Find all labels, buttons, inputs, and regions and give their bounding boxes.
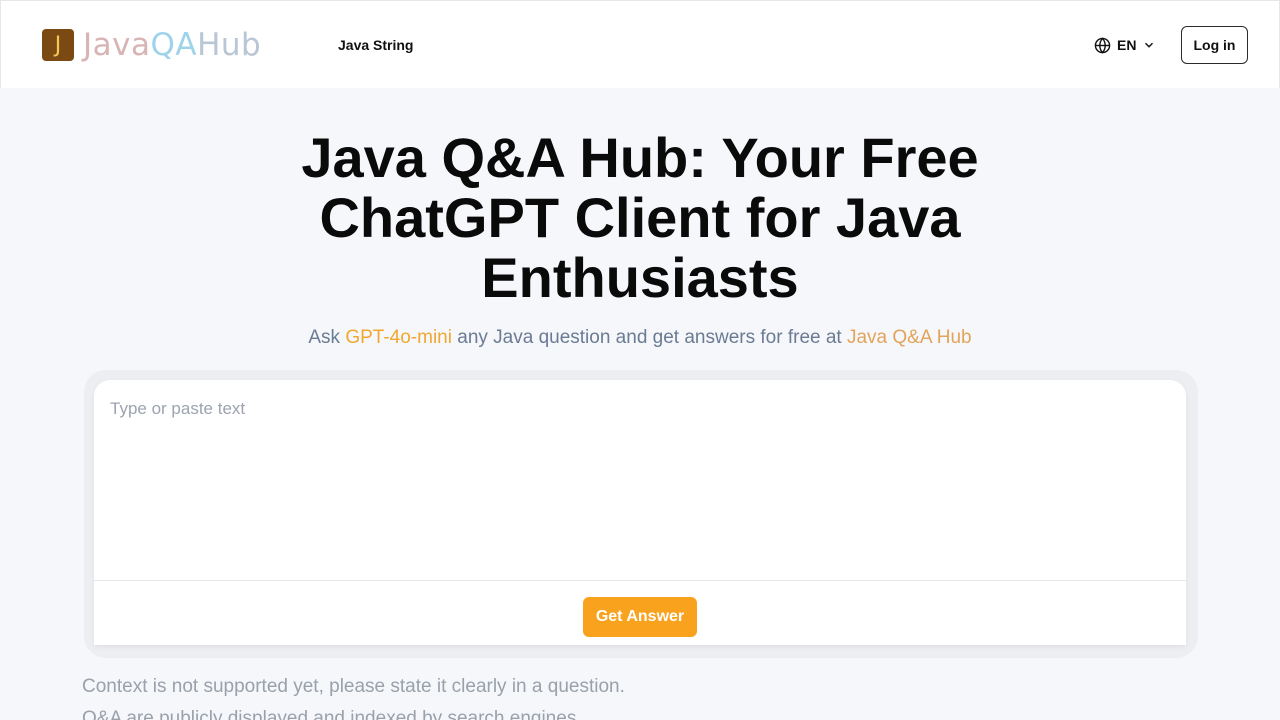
context-note: Context is not supported yet, please sta… [82, 676, 625, 697]
logo-word-java: Java [83, 27, 151, 63]
get-answer-button[interactable]: Get Answer [583, 597, 697, 637]
page-subtitle: Ask GPT-4o-mini any Java question and ge… [140, 326, 1140, 350]
language-selector[interactable]: EN [1094, 35, 1156, 55]
subtitle-prefix: Ask [308, 327, 346, 348]
logo-wordmark: JavaQAHub [83, 29, 261, 61]
nav-link-java-string[interactable]: Java String [338, 36, 413, 54]
logo-word-hub: Hub [197, 27, 262, 63]
card-divider [94, 580, 1186, 581]
logo-word-qa: QA [150, 27, 198, 63]
logo-badge: J [42, 29, 74, 61]
site-logo[interactable]: J JavaQAHub [42, 29, 261, 61]
chevron-down-icon [1142, 38, 1156, 52]
question-input[interactable] [94, 380, 1186, 580]
site-name-highlight: Java Q&A Hub [846, 327, 972, 348]
public-note: Q&A are publicly displayed and indexed b… [82, 708, 582, 720]
globe-icon [1094, 36, 1111, 54]
page-title: Java Q&A Hub: Your Free ChatGPT Client f… [301, 126, 979, 309]
model-name-highlight: GPT-4o-mini [345, 327, 452, 348]
language-code: EN [1117, 37, 1137, 53]
site-header: J JavaQAHub Java String EN Log in [0, 0, 1280, 88]
question-card: Get Answer [94, 380, 1186, 645]
login-button[interactable]: Log in [1181, 26, 1248, 64]
subtitle-middle: any Java question and get answers for fr… [451, 327, 847, 348]
